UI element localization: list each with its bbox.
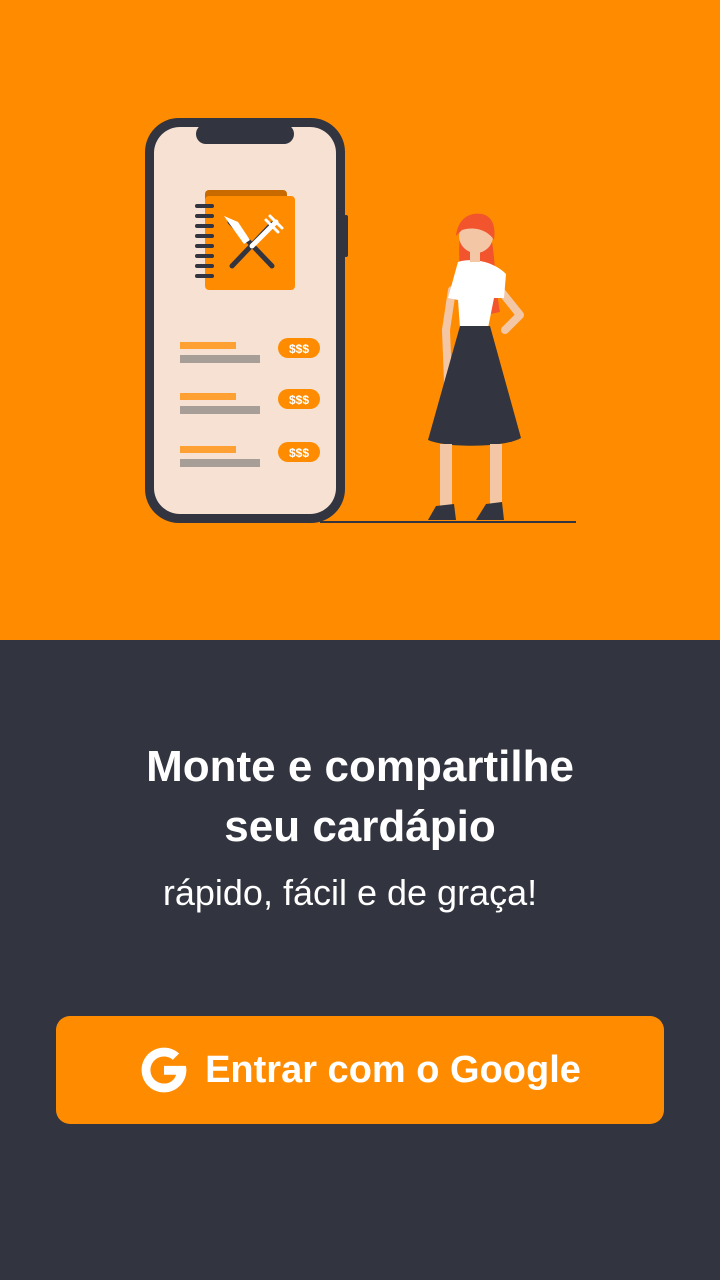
google-sign-in-label: Entrar com o Google bbox=[205, 1048, 581, 1091]
page-subtitle: rápido, fácil e de graça! bbox=[162, 872, 538, 913]
menu-book-icon bbox=[195, 190, 295, 290]
google-g-icon bbox=[141, 1047, 187, 1093]
page-title: Monte e compartilhe seu cardápio bbox=[0, 737, 720, 857]
google-sign-in-button[interactable]: Entrar com o Google bbox=[56, 1016, 664, 1124]
hero-illustration: $$$ $$$ $$$ bbox=[0, 0, 720, 640]
title-line-1: Monte e compartilhe bbox=[146, 742, 574, 791]
woman-figure bbox=[428, 213, 524, 520]
price-badge-3: $$$ bbox=[289, 446, 309, 460]
welcome-panel: Monte e compartilhe seu cardápio rápido,… bbox=[0, 640, 720, 1280]
price-badge-1: $$$ bbox=[289, 342, 309, 356]
price-badge-2: $$$ bbox=[289, 393, 309, 407]
menu-illustration: $$$ $$$ $$$ bbox=[145, 118, 576, 523]
title-line-2: seu cardápio bbox=[224, 802, 496, 851]
